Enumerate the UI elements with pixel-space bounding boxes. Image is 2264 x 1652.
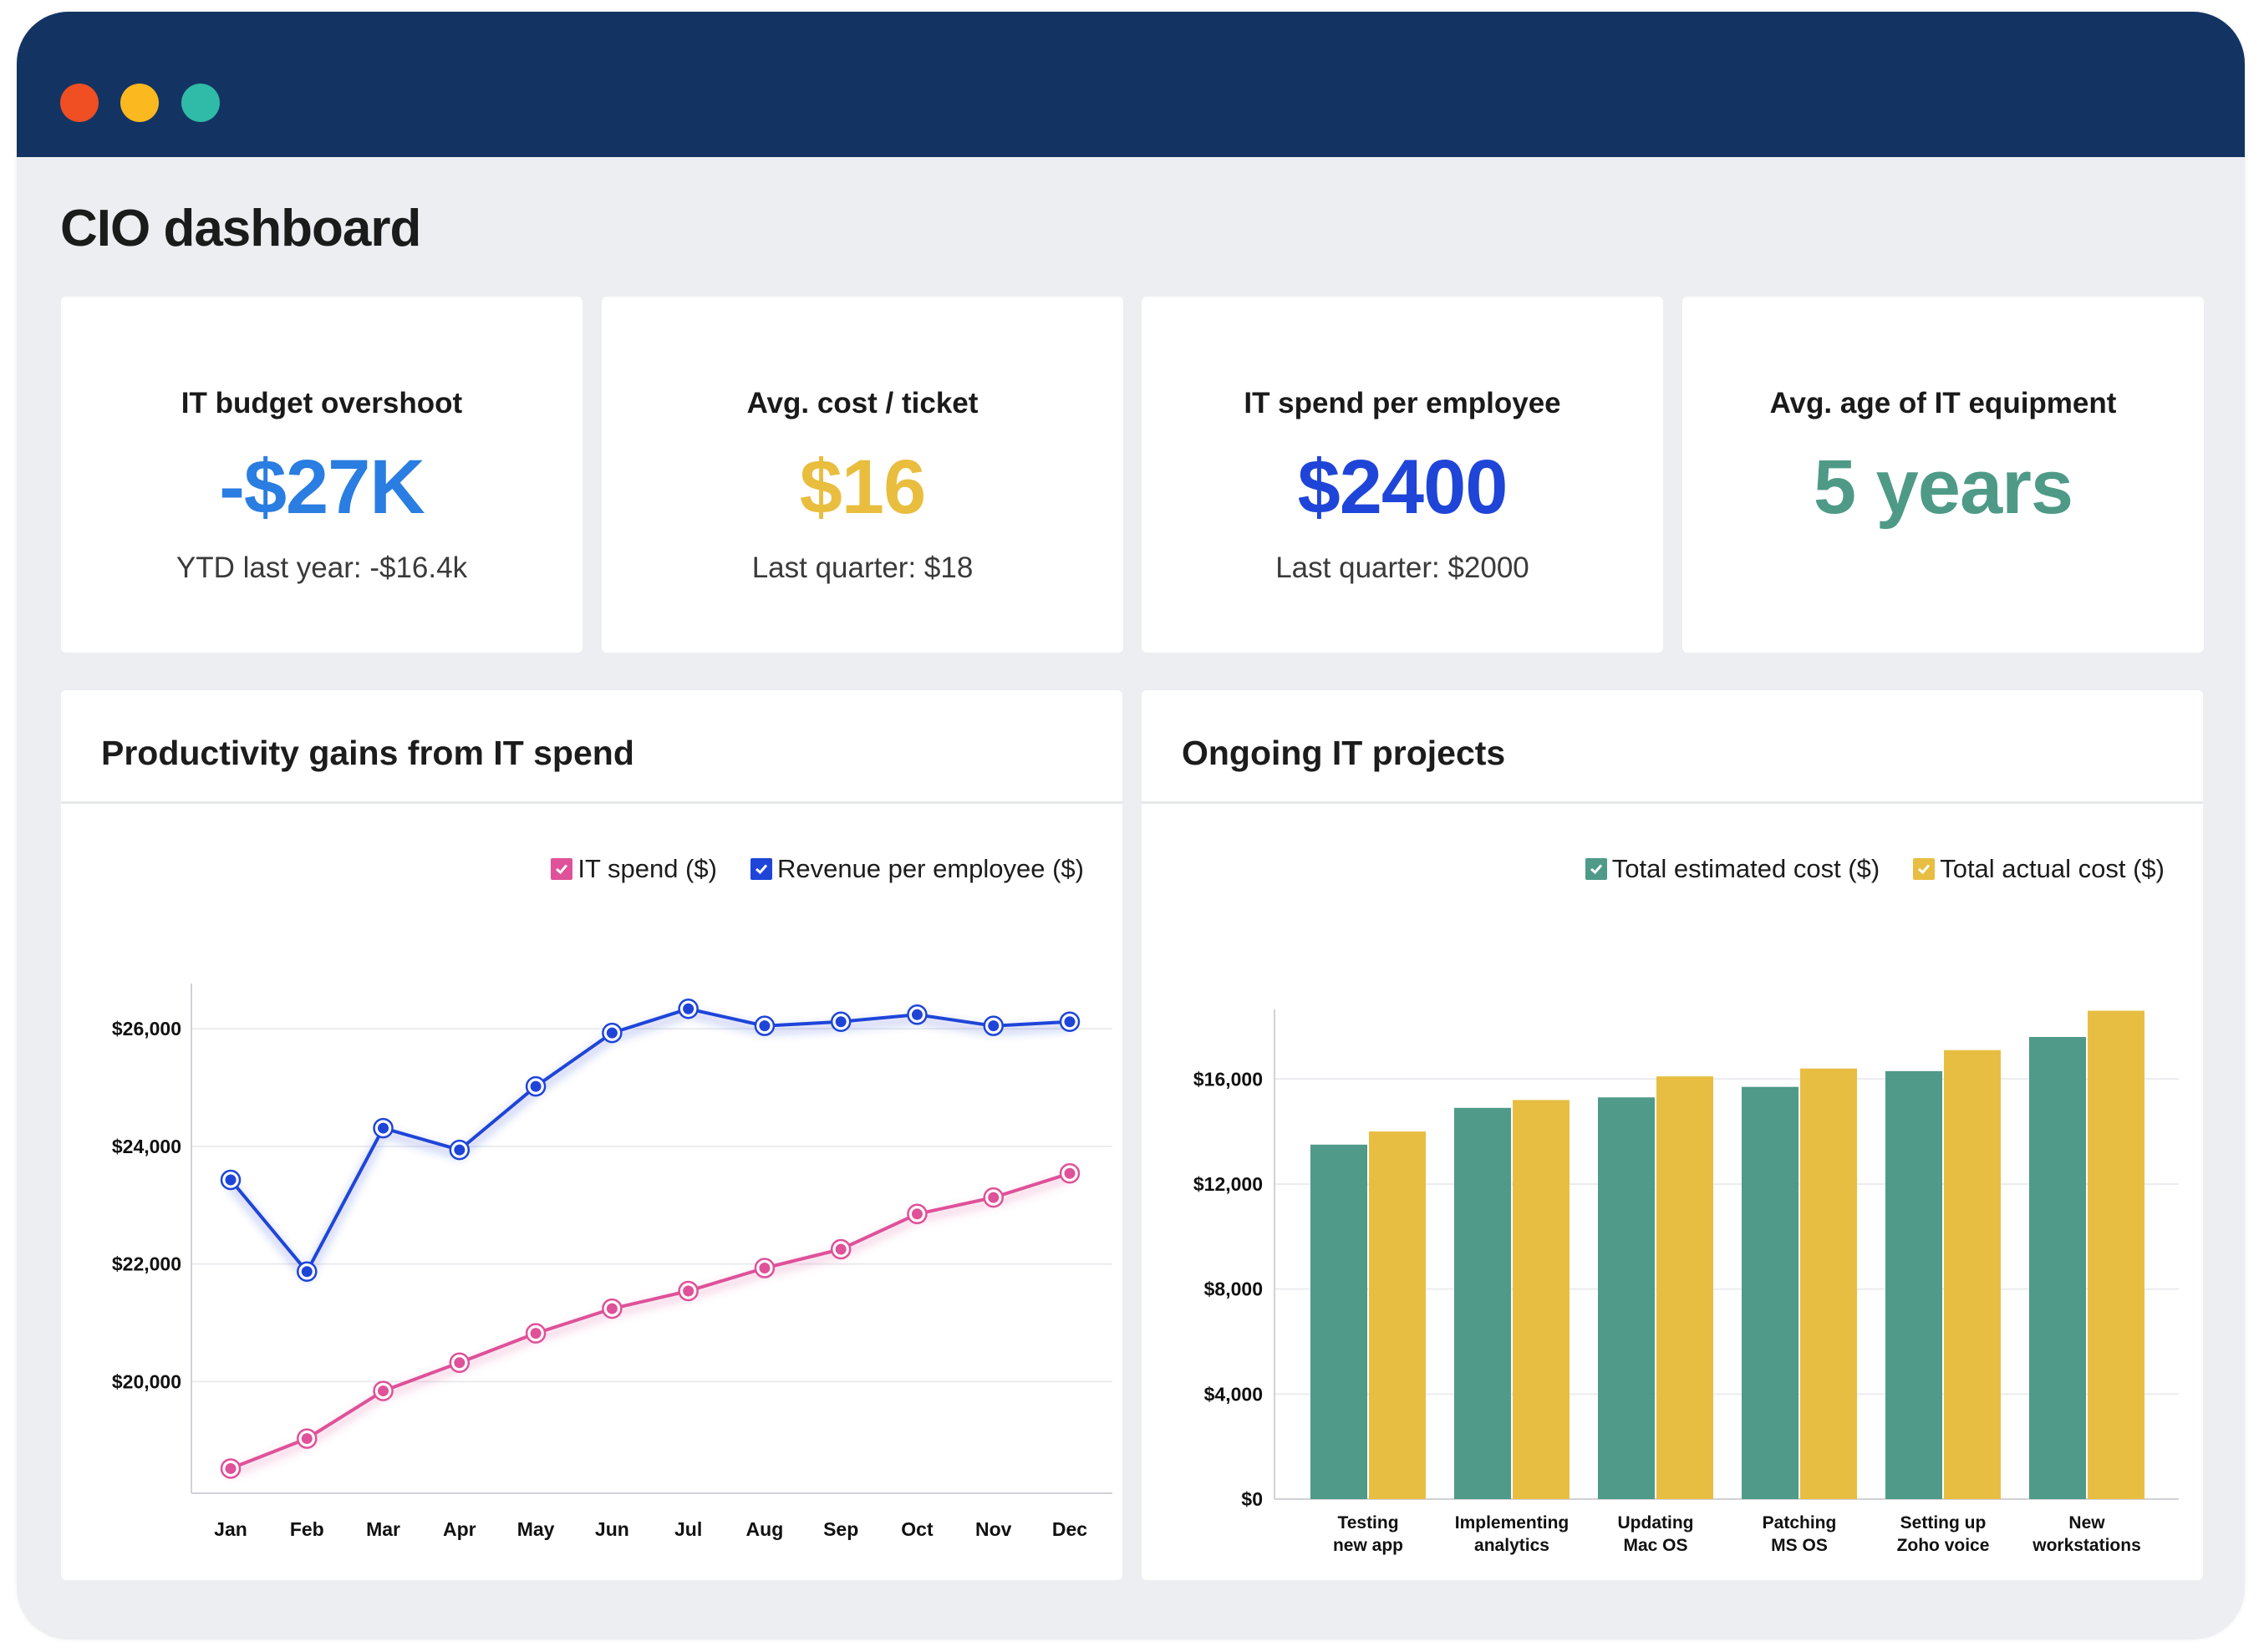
x-tick-label: new app [1333,1536,1403,1555]
close-window-button[interactable] [60,84,99,122]
data-point-core [759,1020,771,1032]
x-tick-label: Oct [901,1518,934,1540]
series-line-glow [227,1009,1071,1284]
bar [1513,1100,1570,1499]
page-title: CIO dashboard [60,200,421,257]
kpi-comparison: Last quarter: $2000 [1275,552,1529,584]
x-tick-label: May [517,1518,555,1540]
x-tick-label: Mar [366,1518,400,1540]
kpi-value: 5 years [1813,445,2073,530]
y-tick-label: $12,000 [1193,1173,1263,1195]
data-point-core [530,1080,542,1092]
x-tick-label: New [2068,1513,2105,1533]
bar-chart: $0 $4,000 $8,000 $12,000 $16,000 Testing new a… [1193,1009,2179,1555]
y-tick-label: $0 [1241,1488,1263,1510]
y-tick-label: $8,000 [1204,1278,1263,1300]
x-tick-label: Aug [746,1518,784,1540]
kpi-card-spend-per-employee: IT spend per employee $2400 Last quarter… [1142,297,1663,653]
projects-panel: Ongoing IT projects Total estimated cost… [1142,690,2203,1580]
data-point-core [1064,1167,1076,1179]
x-tick-label: Feb [290,1518,324,1540]
bar [1598,1097,1655,1499]
x-tick-label: Testing [1337,1513,1398,1533]
line-chart: $20,000 $22,000 $24,000 $26,000 Jan Feb Mar Apr… [112,984,1112,1540]
x-tick-label: Jul [674,1518,702,1540]
data-point-core [911,1208,923,1220]
minimize-window-button[interactable] [120,84,159,122]
y-tick-label: $24,000 [112,1136,181,1157]
productivity-panel: Productivity gains from IT spend IT spen… [61,690,1122,1580]
x-tick-label: Patching [1763,1513,1837,1533]
kpi-value: $2400 [1297,445,1508,530]
data-point-core [225,1174,237,1186]
kpi-label: Avg. age of IT equipment [1769,387,2117,419]
kpi-label: IT spend per employee [1244,387,1561,419]
app-window: CIO dashboard IT budget overshoot -$27K … [17,12,2245,1639]
data-point-core [530,1328,542,1339]
data-point-core [225,1462,237,1474]
data-point-core [301,1433,313,1445]
data-point-core [911,1009,923,1020]
data-point-core [988,1192,1000,1203]
bar [2029,1036,2086,1499]
bar [1742,1086,1798,1499]
y-tick-label: $16,000 [1193,1068,1263,1090]
data-point-core [454,1357,466,1369]
bar [1656,1076,1713,1499]
y-tick-label: $4,000 [1204,1383,1263,1405]
data-point-core [606,1303,618,1314]
bar [1944,1050,2001,1499]
y-tick-label: $26,000 [112,1018,181,1039]
data-point-core [759,1263,771,1274]
kpi-value: $16 [799,445,927,530]
data-point-core [683,1003,694,1014]
data-point-core [454,1144,466,1156]
bar [2088,1010,2144,1499]
x-tick-label: analytics [1474,1536,1549,1555]
x-tick-label: Jan [214,1518,247,1540]
maximize-window-button[interactable] [181,84,220,122]
data-point-core [378,1122,389,1134]
data-point-core [301,1266,313,1278]
bar [1800,1068,1857,1499]
x-tick-label: Apr [443,1518,476,1540]
y-tick-label: $20,000 [112,1370,181,1392]
x-tick-label: Jun [595,1518,629,1540]
kpi-label: Avg. cost / ticket [746,387,979,419]
bar [1310,1144,1367,1499]
x-tick-label: MS OS [1771,1536,1828,1555]
kpi-label: IT budget overshoot [181,387,463,419]
x-tick-label: Mac OS [1623,1536,1687,1555]
data-point-core [1064,1016,1076,1028]
bar [1885,1070,1942,1499]
series-line-glow [229,1174,1071,1478]
bar [1369,1131,1426,1499]
x-tick-label: Nov [975,1518,1012,1540]
bar [1454,1107,1511,1499]
kpi-card-avg-cost-ticket: Avg. cost / ticket $16 Last quarter: $18 [602,297,1123,653]
kpi-value: -$27K [219,445,425,530]
data-point-core [835,1016,847,1028]
x-tick-label: Setting up [1900,1513,1987,1533]
x-tick-label: Dec [1052,1518,1087,1540]
kpi-comparison: YTD last year: -$16.4k [176,552,468,584]
x-tick-label: Implementing [1455,1513,1570,1533]
series-line [229,1007,1071,1273]
y-tick-label: $22,000 [112,1253,181,1275]
x-tick-label: Zoho voice [1897,1536,1990,1555]
title-bar [17,12,2245,157]
x-tick-label: Sep [823,1518,858,1540]
series-line [230,1172,1071,1471]
kpi-card-equipment-age: Avg. age of IT equipment 5 years [1682,297,2204,653]
x-tick-label: Updating [1618,1513,1694,1533]
x-tick-label: workstations [2032,1536,2141,1555]
kpi-comparison: Last quarter: $18 [751,552,974,584]
data-point-core [606,1027,618,1039]
data-point-core [988,1020,1000,1032]
data-point-core [378,1385,389,1397]
data-point-core [835,1243,847,1255]
data-point-core [683,1285,694,1297]
kpi-card-budget-overshoot: IT budget overshoot -$27K YTD last year:… [61,297,583,653]
